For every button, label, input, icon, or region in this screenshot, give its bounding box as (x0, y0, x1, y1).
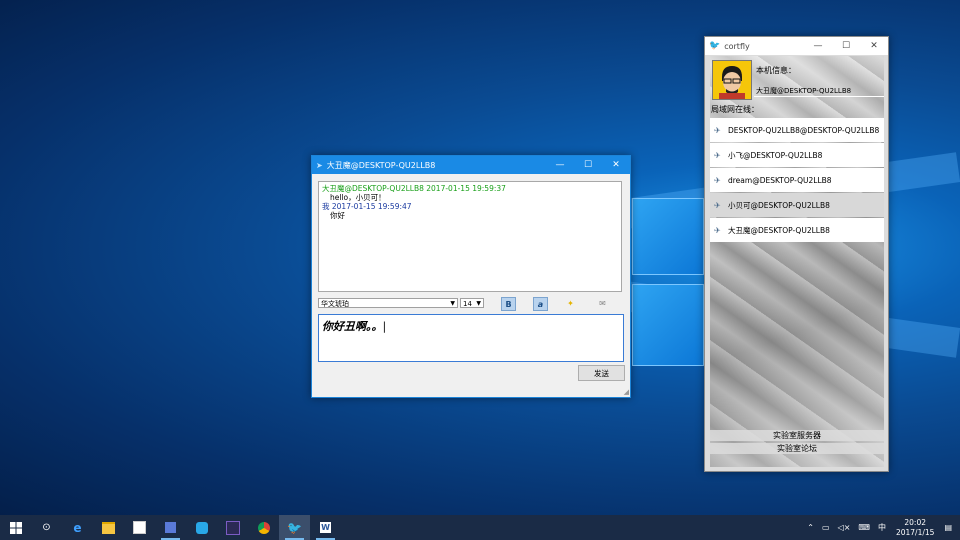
file-explorer-icon[interactable] (93, 515, 124, 540)
chevron-down-icon: ▼ (450, 300, 455, 307)
minimize-button[interactable]: — (804, 37, 832, 55)
peer-item[interactable]: ✈ 小飞@DESKTOP-QU2LLB8 (710, 143, 884, 167)
local-info-label: 本机信息： (756, 66, 796, 75)
message-header: 大丑魔@DESKTOP-QU2LLB8 2017-01-15 19:59:37 (322, 184, 506, 193)
message-input[interactable]: 你好丑啊。。| (318, 314, 624, 362)
font-family-select[interactable]: 华文琥珀 ▼ (318, 298, 458, 308)
close-button[interactable]: ✕ (860, 37, 888, 55)
message-header: 我 2017-01-15 19:59:47 (322, 202, 412, 211)
paper-plane-icon: ✈ (714, 175, 721, 185)
cortana-icon[interactable]: ⊙ (31, 515, 62, 540)
peer-name: dream@DESKTOP-QU2LLB8 (728, 175, 832, 185)
peer-name: 小飞@DESKTOP-QU2LLB8 (728, 150, 823, 160)
lab-server-button[interactable]: 实验室服务器 (710, 430, 884, 441)
italic-button[interactable]: a (533, 297, 548, 311)
peer-name: 大丑魔@DESKTOP-QU2LLB8 (728, 225, 830, 235)
history-button[interactable]: ✉ (596, 297, 609, 309)
cortfly-content: 本机信息： 大丑魔@DESKTOP-QU2LLB8 局域网在线： ✈ DESKT… (710, 56, 884, 467)
window-logo-pane (632, 198, 704, 275)
lab-forum-button[interactable]: 实验室论坛 (710, 443, 884, 454)
chat-title: 大丑魔@DESKTOP-QU2LLB8 (326, 160, 436, 170)
italic-icon: a (537, 299, 544, 309)
cortfly-titlebar[interactable]: 🐦 cortfly — ☐ ✕ (705, 37, 888, 55)
peer-item[interactable]: ✈ DESKTOP-QU2LLB8@DESKTOP-QU2LLB8 (710, 118, 884, 142)
app-icon[interactable] (155, 515, 186, 540)
peer-item[interactable]: ✈ dream@DESKTOP-QU2LLB8 (710, 168, 884, 192)
cortfly-title: cortfly (724, 41, 750, 51)
online-label: 局域网在线： (711, 105, 759, 114)
visual-studio-icon[interactable] (217, 515, 248, 540)
bird-icon: 🐦 (709, 41, 721, 51)
paper-plane-icon: ✈ (714, 125, 721, 135)
peer-item-selected[interactable]: ✈ 小贝可@DESKTOP-QU2LLB8 (710, 193, 884, 217)
start-button[interactable] (0, 515, 31, 540)
color-palette-icon: ✦ (567, 298, 574, 308)
windows-logo-icon (9, 521, 22, 534)
bold-button[interactable]: B (501, 297, 516, 311)
store-icon[interactable] (124, 515, 155, 540)
send-button[interactable]: 发送 (578, 365, 625, 381)
local-user-name: 大丑魔@DESKTOP-QU2LLB8 (756, 87, 852, 95)
paper-plane-icon: ✈ (714, 200, 721, 210)
message-body: hello，小贝可！ (330, 193, 386, 202)
local-profile: 本机信息： 大丑魔@DESKTOP-QU2LLB8 (710, 56, 884, 102)
peer-name: DESKTOP-QU2LLB8@DESKTOP-QU2LLB8 (728, 125, 880, 135)
chat-titlebar[interactable]: ➤ 大丑魔@DESKTOP-QU2LLB8 — ☐ ✕ (312, 156, 630, 174)
edge-icon[interactable]: e (62, 515, 93, 540)
clock[interactable]: 20:02 2017/1/15 (896, 518, 934, 538)
clock-date: 2017/1/15 (895, 527, 935, 537)
message-body: 你好 (330, 211, 345, 220)
minimize-button[interactable]: — (546, 156, 574, 174)
font-size-value: 14 (463, 300, 472, 308)
cortfly-window: 🐦 cortfly — ☐ ✕ 本机信息： 大丑魔@DESKTOP-QU2LLB… (704, 36, 889, 472)
chat-history[interactable]: 大丑魔@DESKTOP-QU2LLB8 2017-01-15 19:59:37 … (318, 181, 622, 292)
chevron-down-icon: ▼ (476, 300, 481, 307)
clock-time: 20:02 (904, 517, 927, 527)
maximize-button[interactable]: ☐ (574, 156, 602, 174)
divider (754, 96, 884, 97)
color-button[interactable]: ✦ (564, 297, 577, 309)
cortfly-icon[interactable]: 🐦 (279, 515, 310, 540)
resize-grip-icon[interactable]: ◢ (624, 388, 629, 396)
paper-plane-icon: ➤ (316, 160, 323, 170)
maximize-button[interactable]: ☐ (832, 37, 860, 55)
close-button[interactable]: ✕ (602, 156, 630, 174)
avatar[interactable] (712, 60, 752, 100)
volume-icon[interactable]: ◁× (838, 523, 851, 532)
window-logo-pane (632, 284, 704, 366)
network-icon[interactable]: ▭ (822, 523, 830, 532)
chat-window: ➤ 大丑魔@DESKTOP-QU2LLB8 — ☐ ✕ 大丑魔@DESKTOP-… (311, 155, 631, 398)
bold-icon: B (505, 299, 512, 309)
chevron-up-icon[interactable]: ⌃ (807, 523, 814, 532)
ime-mode[interactable]: 中 (878, 522, 886, 533)
font-size-select[interactable]: 14 ▼ (460, 298, 484, 308)
font-family-value: 华文琥珀 (321, 300, 349, 308)
message-input-text: 你好丑啊。。 (322, 320, 383, 333)
chrome-icon[interactable] (248, 515, 279, 540)
paper-plane-icon: ✈ (714, 150, 721, 160)
history-icon: ✉ (599, 298, 606, 308)
qq-icon[interactable] (186, 515, 217, 540)
paper-plane-icon: ✈ (714, 225, 721, 235)
peer-name: 小贝可@DESKTOP-QU2LLB8 (728, 200, 830, 210)
taskbar: ⊙ e 🐦 W ⌃ ▭ ◁× ⌨ 中 20:02 2017/1/15 ▤ (0, 515, 960, 540)
word-icon[interactable]: W (310, 515, 341, 540)
ime-icon[interactable]: ⌨ (858, 523, 870, 532)
notification-icon[interactable]: ▤ (944, 523, 952, 532)
peer-item[interactable]: ✈ 大丑魔@DESKTOP-QU2LLB8 (710, 218, 884, 242)
